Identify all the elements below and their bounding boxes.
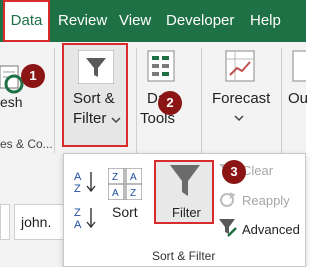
svg-text:Z: Z	[74, 183, 81, 194]
outline-label[interactable]: Ou	[288, 90, 308, 107]
outline-icon[interactable]	[292, 50, 306, 82]
advanced-label[interactable]: Advanced	[242, 222, 300, 237]
step-badge-1: 1	[21, 64, 45, 88]
sheet-cell[interactable]: john.	[14, 204, 70, 240]
forecast-sheet-icon[interactable]	[225, 50, 255, 82]
highlight-box-sort-filter	[62, 43, 128, 147]
queries-connections-group-label: es & Co...	[0, 137, 53, 151]
sort-dialog-icon[interactable]: Z A A Z	[108, 168, 142, 200]
tab-developer[interactable]: Developer	[166, 0, 234, 42]
data-tools-icon[interactable]	[147, 50, 175, 82]
reapply-icon[interactable]	[218, 191, 236, 209]
svg-text:A: A	[74, 171, 82, 183]
reapply-label[interactable]: Reapply	[242, 193, 290, 208]
sort-z-to-a-icon[interactable]: Z A	[74, 204, 98, 230]
group-separator	[136, 48, 137, 153]
group-separator	[281, 48, 282, 153]
refresh-all-label[interactable]: esh	[0, 94, 23, 110]
sort-label[interactable]: Sort	[112, 204, 138, 220]
advanced-filter-icon[interactable]	[218, 218, 238, 238]
group-separator	[54, 48, 55, 153]
svg-text:Z: Z	[130, 188, 136, 199]
highlight-box-filter	[154, 160, 214, 224]
svg-text:Z: Z	[74, 207, 81, 219]
tab-view[interactable]: View	[119, 0, 151, 42]
sort-filter-group-label: Sort & Filter	[152, 249, 216, 263]
group-separator	[201, 48, 202, 153]
sort-a-to-z-icon[interactable]: A Z	[74, 168, 98, 194]
svg-text:A: A	[112, 188, 119, 199]
tab-help[interactable]: Help	[250, 0, 281, 42]
sheet-cell[interactable]	[0, 204, 10, 240]
tab-review[interactable]: Review	[58, 0, 107, 42]
step-badge-3: 3	[222, 160, 246, 184]
svg-text:Z: Z	[112, 172, 118, 183]
chevron-down-icon	[234, 115, 244, 122]
step-badge-2: 2	[158, 91, 182, 115]
highlight-box-data-tab	[3, 0, 50, 42]
clear-label[interactable]: Clear	[242, 163, 273, 178]
forecast-label[interactable]: Forecast	[212, 90, 270, 107]
svg-text:A: A	[130, 172, 137, 183]
svg-text:A: A	[74, 219, 82, 230]
